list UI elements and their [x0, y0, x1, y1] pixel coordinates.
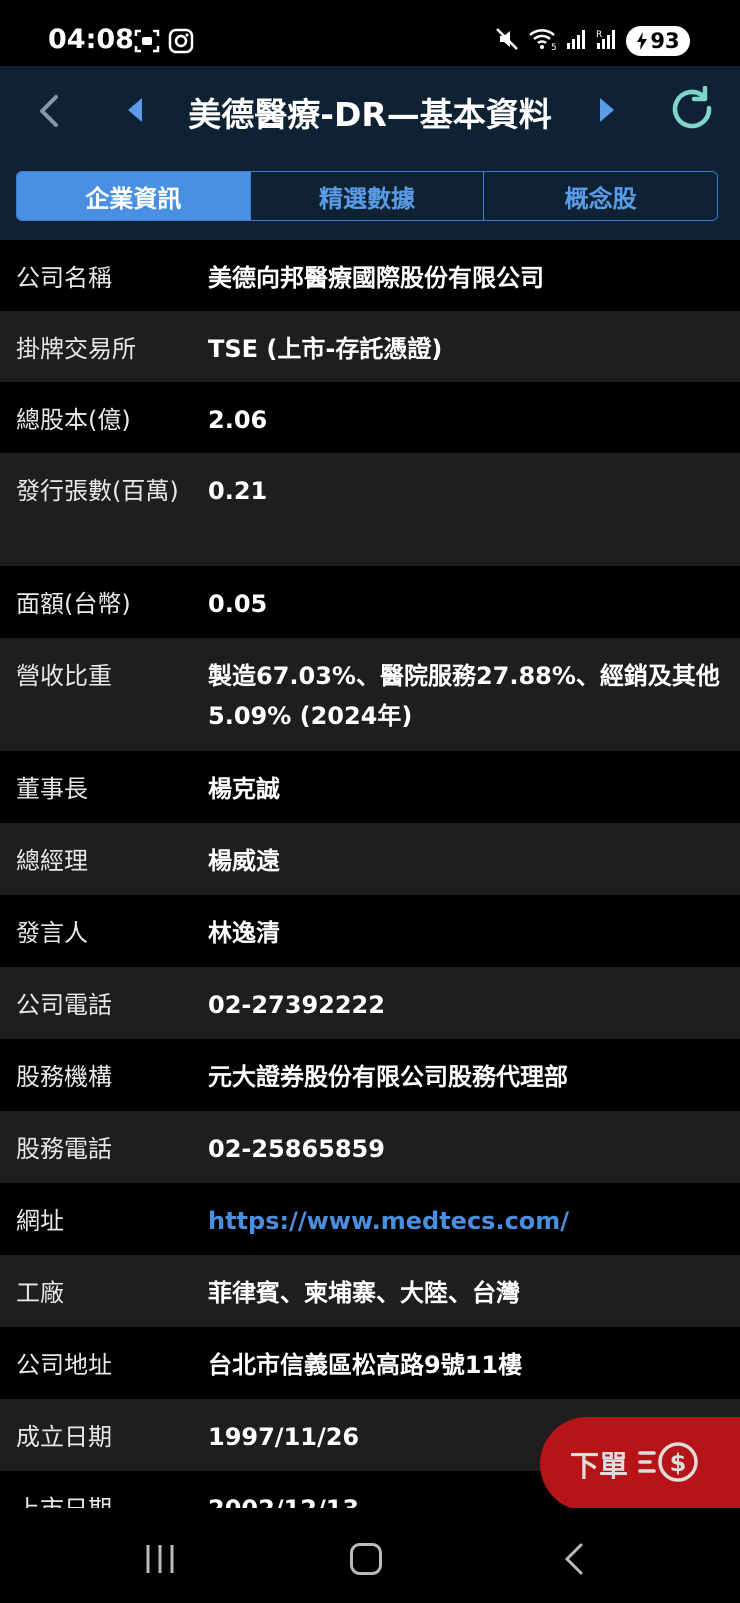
- triangle-right-icon: [600, 98, 614, 122]
- info-row-factories: 工廠 菲律賓、柬埔寨、大陸、台灣: [0, 1255, 740, 1327]
- clock: 04:08: [48, 24, 134, 55]
- row-value: TSE (上市-存託憑證): [208, 335, 443, 363]
- info-row-company-name: 公司名稱 美德向邦醫療國際股份有限公司: [0, 240, 740, 311]
- triangle-left-icon: [128, 98, 142, 122]
- battery-level: 93: [650, 29, 680, 53]
- app-header: 美德醫療-DR—基本資料: [0, 66, 740, 156]
- segmented-tabs: 企業資訊 精選數據 概念股: [16, 171, 718, 221]
- row-value: 2.06: [208, 406, 268, 434]
- tab-selected-data[interactable]: 精選數據: [249, 172, 484, 220]
- refresh-icon: [672, 85, 712, 129]
- row-label: 股務機構: [16, 1063, 112, 1091]
- row-label: 公司地址: [16, 1351, 112, 1379]
- info-row-stock-agent: 股務機構 元大證券股份有限公司股務代理部: [0, 1039, 740, 1111]
- info-row-website: 網址 https://www.medtecs.com/: [0, 1183, 740, 1255]
- next-stock-button[interactable]: [596, 96, 618, 128]
- row-label: 總股本(億): [16, 406, 131, 434]
- refresh-button[interactable]: [668, 85, 718, 136]
- svg-text:$: $: [670, 1449, 687, 1477]
- row-value[interactable]: 02-27392222: [208, 985, 724, 1039]
- info-row-par-value: 面額(台幣) 0.05: [0, 566, 740, 638]
- mute-icon: [494, 26, 520, 56]
- row-label: 發言人: [16, 919, 88, 947]
- info-row-capital: 總股本(億) 2.06: [0, 382, 740, 453]
- row-label: 面額(台幣): [16, 590, 131, 618]
- page-title: 美德醫療-DR—基本資料: [188, 95, 552, 134]
- company-info-list: 公司名稱 美德向邦醫療國際股份有限公司 掛牌交易所 TSE (上市-存託憑證) …: [0, 240, 740, 1508]
- row-label: 上市日期: [16, 1489, 208, 1508]
- battery-indicator: 93: [626, 26, 690, 56]
- instagram-icon: [168, 28, 194, 58]
- svg-text:R: R: [596, 30, 602, 40]
- order-dollar-icon: $: [638, 1437, 702, 1491]
- row-label: 董事長: [16, 775, 88, 803]
- row-label: 公司電話: [16, 991, 112, 1019]
- info-row-agent-phone: 股務電話 02-25865859: [0, 1111, 740, 1183]
- row-value: 林逸清: [208, 919, 280, 947]
- row-value: 菲律賓、柬埔寨、大陸、台灣: [208, 1279, 520, 1307]
- row-label: 網址: [16, 1207, 64, 1235]
- signal-r-icon: R: [596, 27, 618, 55]
- row-value: 楊威遠: [208, 847, 280, 875]
- info-row-company-phone: 公司電話 02-27392222: [0, 967, 740, 1039]
- row-value: 0.05: [208, 590, 268, 618]
- back-button[interactable]: [34, 93, 64, 129]
- info-row-chairman: 董事長 楊克誠: [0, 751, 740, 823]
- row-label: 公司名稱: [16, 264, 112, 292]
- row-value: 製造67.03%、醫院服務27.88%、經銷及其他5.09% (2024年): [208, 662, 720, 730]
- row-value: 楊克誠: [208, 775, 280, 803]
- info-row-exchange: 掛牌交易所 TSE (上市-存託憑證): [0, 311, 740, 382]
- order-button[interactable]: 下單 $: [540, 1417, 740, 1511]
- row-label: 總經理: [16, 847, 88, 875]
- row-label: 發行張數(百萬): [16, 477, 179, 505]
- row-value: 台北市信義區松高路9號11樓: [208, 1351, 523, 1379]
- signal-icon: [566, 27, 588, 55]
- home-button[interactable]: [350, 1543, 382, 1575]
- info-row-president: 總經理 楊威遠: [0, 823, 740, 895]
- charging-icon: [637, 32, 648, 50]
- wifi-icon: 5: [528, 26, 558, 56]
- screenshot-icon: [134, 28, 160, 58]
- row-label: 成立日期: [16, 1423, 112, 1451]
- order-label: 下單: [570, 1449, 629, 1483]
- recents-button[interactable]: [144, 1543, 176, 1579]
- info-row-spokesperson: 發言人 林逸清: [0, 895, 740, 967]
- row-label: 股務電話: [16, 1135, 112, 1163]
- recents-icon: [146, 1545, 174, 1573]
- tab-concept-stocks[interactable]: 概念股: [483, 172, 717, 220]
- row-value: 美德向邦醫療國際股份有限公司: [208, 264, 544, 292]
- row-value[interactable]: 02-25865859: [208, 1129, 724, 1183]
- chevron-left-icon: [40, 95, 58, 127]
- system-back-button[interactable]: [562, 1542, 586, 1580]
- row-value: 0.21: [208, 477, 268, 505]
- back-chevron-icon: [564, 1543, 583, 1575]
- previous-stock-button[interactable]: [124, 96, 146, 128]
- tab-company-info[interactable]: 企業資訊: [17, 172, 250, 220]
- row-value: 元大證券股份有限公司股務代理部: [208, 1063, 568, 1091]
- tab-bar: 企業資訊 精選數據 概念股: [0, 156, 740, 240]
- svg-text:5: 5: [551, 43, 557, 52]
- info-row-address: 公司地址 台北市信義區松高路9號11樓: [0, 1327, 740, 1399]
- row-label: 掛牌交易所: [16, 335, 136, 363]
- row-label: 工廠: [16, 1279, 64, 1307]
- row-label: 營收比重: [16, 662, 112, 690]
- website-link[interactable]: https://www.medtecs.com/: [208, 1201, 724, 1255]
- system-nav-bar: [0, 1508, 740, 1603]
- info-row-shares-issued: 發行張數(百萬) 0.21: [0, 453, 740, 566]
- info-row-revenue-mix: 營收比重 製造67.03%、醫院服務27.88%、經銷及其他5.09% (202…: [0, 638, 740, 751]
- status-bar: 04:08 5 R 93: [0, 0, 740, 66]
